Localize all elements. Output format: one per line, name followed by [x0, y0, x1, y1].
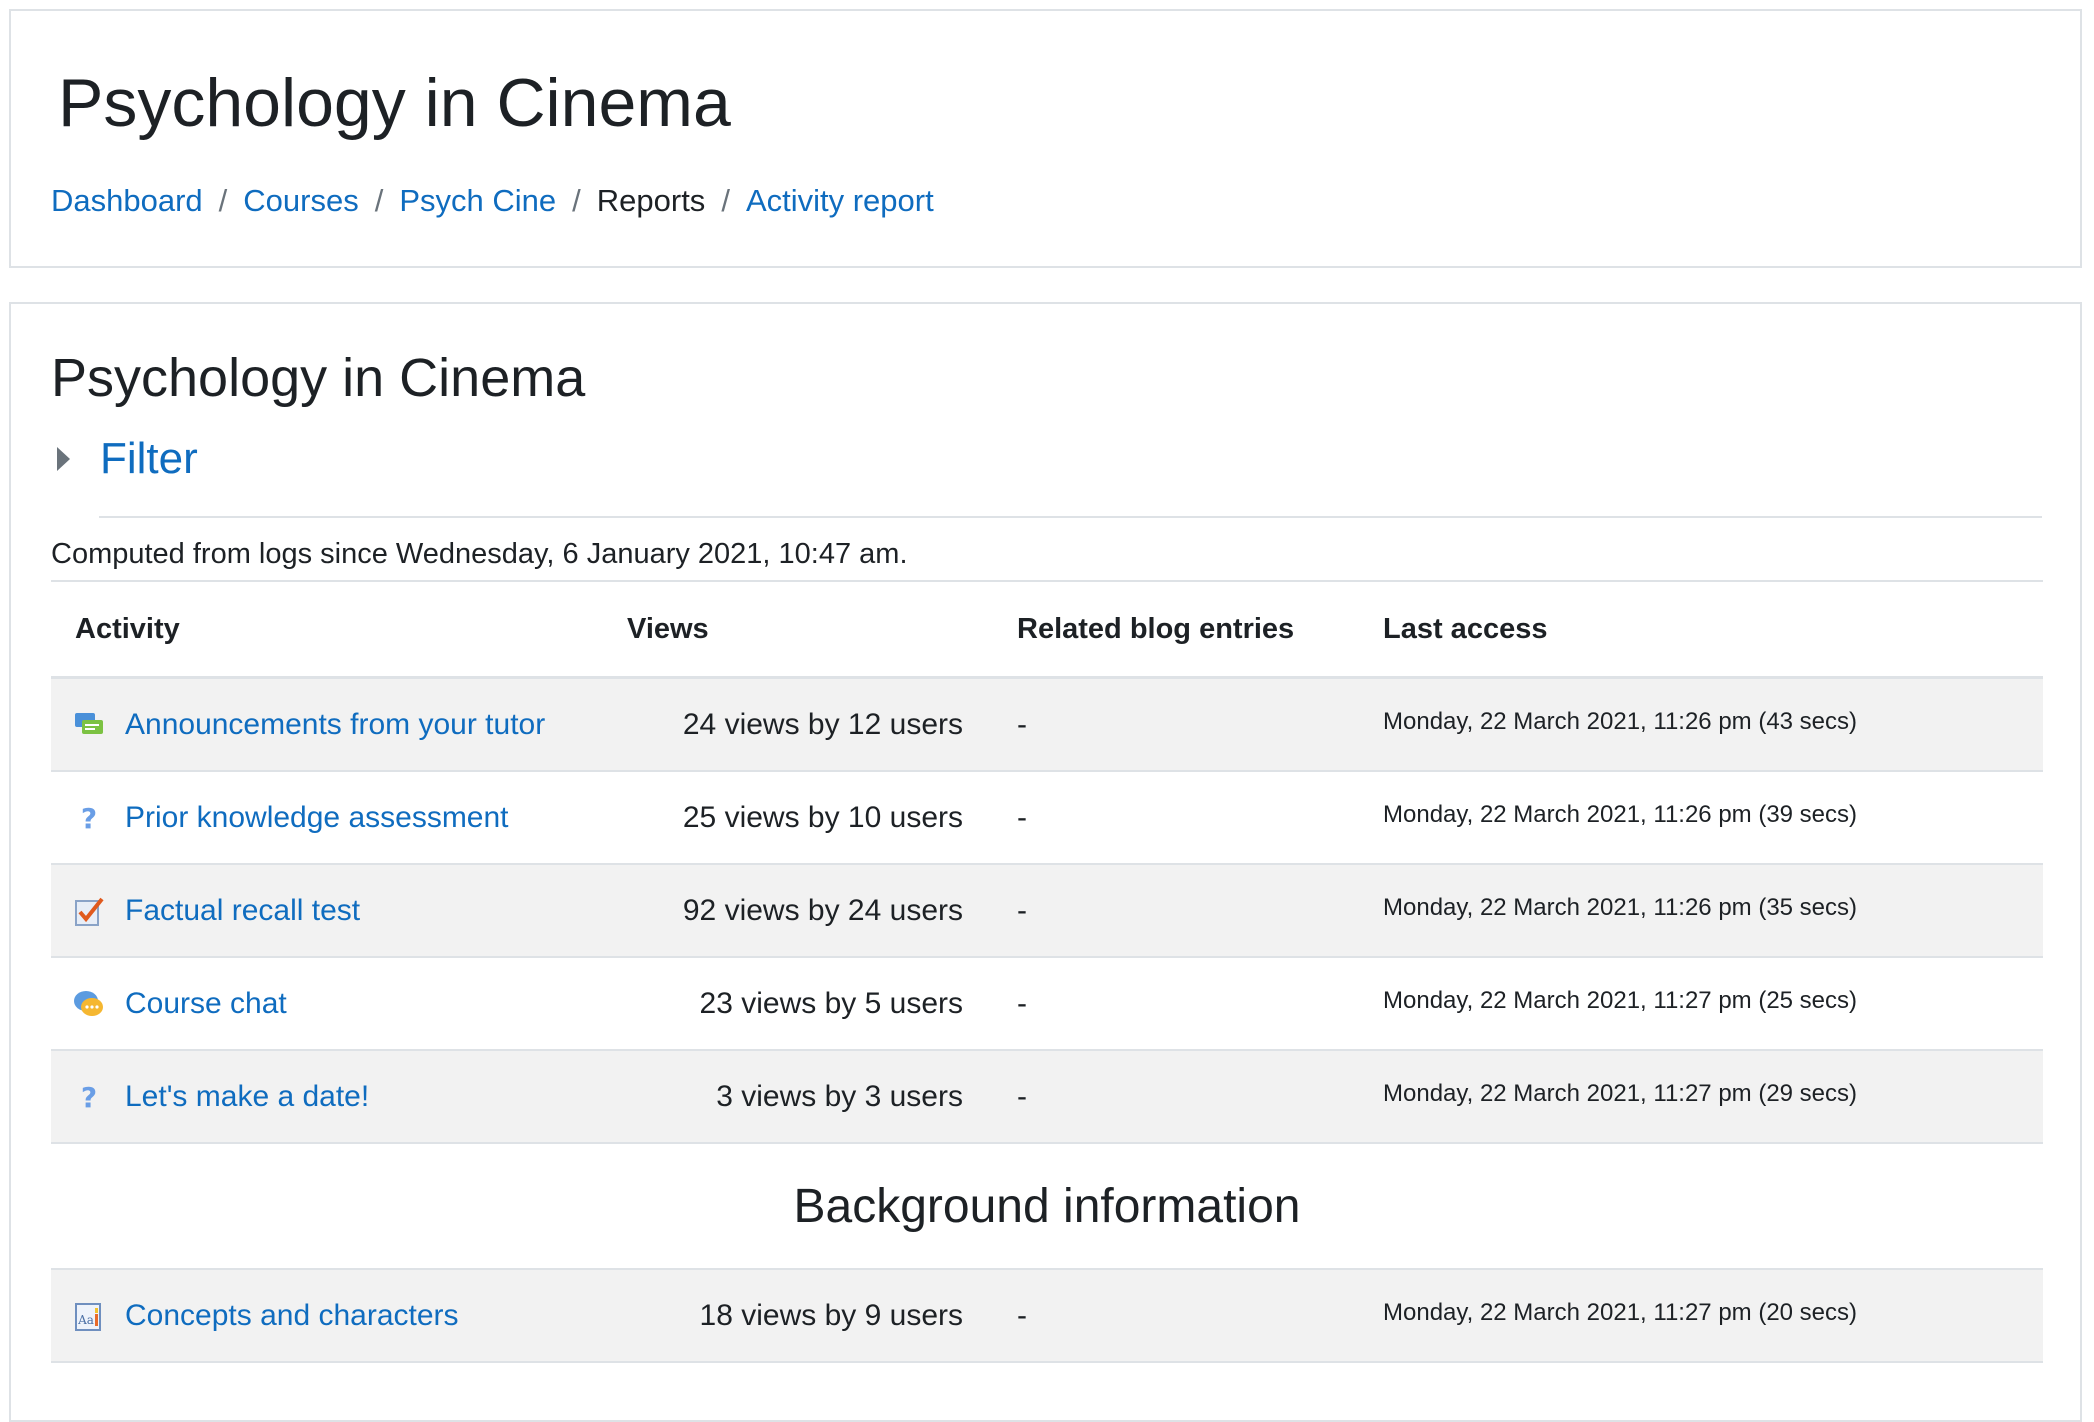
- breadcrumb-reports: Reports: [596, 183, 706, 218]
- activity-link-make-a-date[interactable]: Let's make a date!: [125, 1080, 369, 1114]
- activity-link-concepts[interactable]: Concepts and characters: [125, 1299, 459, 1333]
- blog-cell: -: [1017, 986, 1027, 1020]
- views-cell: 3 views by 3 users: [716, 1079, 963, 1113]
- blog-cell: -: [1017, 707, 1027, 741]
- views-cell: 18 views by 9 users: [699, 1298, 963, 1332]
- quiz-icon: [73, 895, 105, 927]
- last-access-cell: Monday, 22 March 2021, 11:27 pm (29 secs…: [1383, 1079, 1858, 1107]
- breadcrumb-psych-cine[interactable]: Psych Cine: [399, 183, 556, 219]
- activity-link-course-chat[interactable]: Course chat: [125, 987, 287, 1021]
- breadcrumb-dashboard[interactable]: Dashboard: [51, 183, 203, 219]
- filter-label[interactable]: Filter: [100, 434, 198, 484]
- column-header-last-access: Last access: [1383, 612, 1548, 645]
- blog-cell: -: [1017, 1079, 1027, 1113]
- breadcrumb-activity-report[interactable]: Activity report: [746, 183, 934, 219]
- activity-link-factual-recall[interactable]: Factual recall test: [125, 894, 360, 928]
- activity-cell: ? Prior knowledge assessment: [51, 801, 603, 835]
- caret-right-icon[interactable]: [57, 447, 70, 471]
- svg-text:?: ?: [81, 802, 97, 834]
- filter-divider: [99, 516, 2042, 518]
- last-access-cell: Monday, 22 March 2021, 11:26 pm (43 secs…: [1383, 707, 1858, 735]
- table-row: ? Let's make a date! 3 views by 3 users …: [51, 1051, 2043, 1144]
- breadcrumb-separator: /: [572, 183, 581, 218]
- table-row: Announcements from your tutor 24 views b…: [51, 679, 2043, 772]
- activity-cell: Factual recall test: [51, 894, 603, 928]
- activity-cell: Aa Concepts and characters: [51, 1299, 603, 1333]
- computed-note: Computed from logs since Wednesday, 6 Ja…: [51, 538, 908, 570]
- column-header-activity: Activity: [75, 612, 180, 645]
- blog-cell: -: [1017, 1298, 1027, 1332]
- page-header: Psychology in Cinema Dashboard / Courses…: [9, 9, 2082, 268]
- activity-link-announcements[interactable]: Announcements from your tutor: [125, 708, 545, 742]
- last-access-cell: Monday, 22 March 2021, 11:26 pm (39 secs…: [1383, 800, 1858, 828]
- last-access-cell: Monday, 22 March 2021, 11:27 pm (25 secs…: [1383, 986, 1858, 1014]
- activity-cell: Announcements from your tutor: [51, 708, 603, 742]
- views-cell: 92 views by 24 users: [682, 893, 963, 927]
- section-heading: Background information: [51, 1144, 2043, 1270]
- breadcrumb: Dashboard / Courses / Psych Cine / Repor…: [51, 183, 934, 219]
- activity-cell: Course chat: [51, 987, 603, 1021]
- page-title: Psychology in Cinema: [58, 65, 731, 141]
- breadcrumb-separator: /: [721, 183, 730, 218]
- views-cell: 23 views by 5 users: [699, 986, 963, 1020]
- breadcrumb-courses[interactable]: Courses: [243, 183, 358, 219]
- activity-report-table: Activity Views Related blog entries Last…: [51, 580, 2043, 1363]
- table-header: Activity Views Related blog entries Last…: [51, 582, 2043, 679]
- blog-cell: -: [1017, 893, 1027, 927]
- svg-text:Aa: Aa: [77, 1313, 94, 1327]
- chat-icon: [73, 988, 105, 1020]
- last-access-cell: Monday, 22 March 2021, 11:27 pm (20 secs…: [1383, 1298, 1858, 1326]
- column-header-blog: Related blog entries: [1017, 612, 1295, 645]
- forum-icon: [73, 709, 105, 741]
- activity-link-prior-knowledge[interactable]: Prior knowledge assessment: [125, 801, 509, 835]
- table-row: Course chat 23 views by 5 users - Monday…: [51, 958, 2043, 1051]
- filter-toggle[interactable]: Filter: [57, 434, 198, 484]
- glossary-icon: Aa: [73, 1300, 105, 1332]
- breadcrumb-separator: /: [218, 183, 228, 218]
- question-icon: ?: [73, 1081, 105, 1113]
- main-region: Psychology in Cinema Filter Computed fro…: [9, 302, 2082, 1422]
- views-cell: 25 views by 10 users: [682, 800, 963, 834]
- last-access-cell: Monday, 22 March 2021, 11:26 pm (35 secs…: [1383, 893, 1858, 921]
- blog-cell: -: [1017, 800, 1027, 834]
- breadcrumb-separator: /: [374, 183, 384, 218]
- activity-cell: ? Let's make a date!: [51, 1080, 603, 1114]
- table-row: ? Prior knowledge assessment 25 views by…: [51, 772, 2043, 865]
- column-header-views: Views: [627, 612, 709, 645]
- views-cell: 24 views by 12 users: [682, 707, 963, 741]
- question-icon: ?: [73, 802, 105, 834]
- table-row: Aa Concepts and characters 18 views by 9…: [51, 1270, 2043, 1363]
- report-title: Psychology in Cinema: [51, 348, 586, 408]
- svg-text:?: ?: [81, 1081, 97, 1113]
- table-row: Factual recall test 92 views by 24 users…: [51, 865, 2043, 958]
